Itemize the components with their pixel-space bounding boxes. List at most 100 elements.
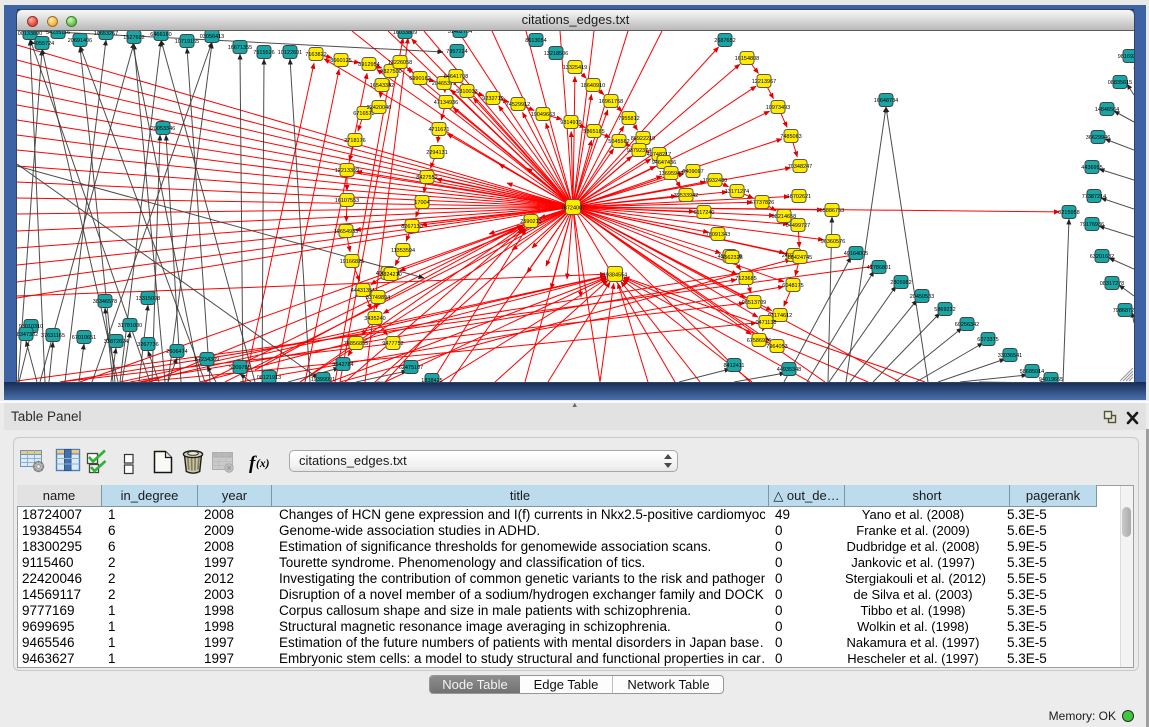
svg-text:10122691: 10122691: [278, 50, 302, 56]
svg-text:1527602: 1527602: [123, 35, 144, 41]
svg-text:12213967: 12213967: [752, 79, 776, 85]
svg-text:13171274: 13171274: [725, 189, 749, 195]
svg-text:8215958: 8215958: [1058, 210, 1079, 216]
svg-text:17004: 17004: [414, 200, 429, 206]
svg-text:8324210: 8324210: [380, 272, 401, 278]
svg-text:5045562: 5045562: [608, 139, 629, 145]
svg-text:12213369: 12213369: [335, 168, 359, 174]
svg-text:8267130: 8267130: [401, 224, 422, 230]
svg-text:3267736: 3267736: [137, 342, 158, 348]
svg-text:08121913: 08121913: [257, 375, 281, 381]
svg-text:31781080: 31781080: [118, 323, 142, 329]
svg-text:62475107: 62475107: [399, 365, 423, 371]
svg-text:96513709: 96513709: [742, 300, 766, 306]
svg-text:9477752: 9477752: [382, 341, 403, 347]
svg-text:7163822: 7163822: [305, 52, 326, 58]
svg-text:64641708: 64641708: [444, 74, 468, 80]
svg-text:78091343: 78091343: [706, 232, 730, 238]
svg-text:14055724: 14055724: [30, 41, 54, 47]
svg-text:60256342: 60256342: [955, 322, 979, 328]
svg-text:18347382: 18347382: [17, 332, 38, 338]
svg-text:67010651: 67010651: [72, 335, 96, 341]
svg-text:19049663: 19049663: [531, 112, 555, 118]
svg-text:6716572: 6716572: [353, 111, 374, 117]
svg-text:18702621: 18702621: [787, 194, 811, 200]
svg-text:9314919: 9314919: [560, 120, 581, 126]
svg-text:63201632: 63201632: [1090, 254, 1114, 260]
svg-text:16671355: 16671355: [228, 45, 252, 51]
svg-text:7955812: 7955812: [618, 116, 639, 122]
svg-text:8660125: 8660125: [330, 58, 351, 64]
svg-text:22420046: 22420046: [367, 105, 391, 111]
svg-text:6073375: 6073375: [977, 337, 998, 343]
svg-text:86922219: 86922219: [631, 136, 655, 142]
svg-text:(x): (x): [256, 458, 270, 470]
svg-text:0471138: 0471138: [755, 320, 776, 326]
svg-text:08835615: 08835615: [1108, 80, 1132, 86]
svg-text:16648784: 16648784: [874, 98, 898, 104]
svg-text:13218506: 13218506: [544, 51, 568, 57]
svg-text:9232719: 9232719: [482, 96, 503, 102]
svg-text:16543382: 16543382: [370, 83, 394, 89]
svg-text:40164005: 40164005: [844, 251, 868, 257]
svg-text:33749894: 33749894: [366, 295, 390, 301]
svg-text:19654933: 19654933: [334, 229, 358, 235]
svg-text:79868727: 79868727: [1113, 308, 1134, 314]
svg-text:3542784: 3542784: [332, 362, 353, 368]
svg-text:20691406: 20691406: [68, 38, 92, 44]
svg-text:6990162: 6990162: [409, 76, 430, 82]
svg-text:5869232: 5869232: [934, 307, 955, 313]
svg-text:13325419: 13325419: [563, 65, 587, 71]
svg-text:10973493: 10973493: [766, 105, 790, 111]
svg-text:16033809: 16033809: [393, 31, 417, 36]
svg-text:10719155: 10719155: [175, 39, 199, 45]
svg-text:2805982: 2805982: [890, 280, 911, 286]
svg-text:8613054: 8613054: [525, 38, 546, 44]
svg-text:4436995: 4436995: [1081, 165, 1102, 171]
svg-text:51462704: 51462704: [448, 31, 472, 35]
svg-text:14846564: 14846564: [1095, 107, 1119, 113]
svg-text:94019655: 94019655: [1039, 377, 1063, 382]
svg-text:7957224: 7957224: [446, 49, 467, 55]
svg-text:98169340: 98169340: [1118, 54, 1134, 60]
svg-text:10653267: 10653267: [94, 31, 118, 37]
svg-text:94647436: 94647436: [652, 160, 676, 166]
svg-text:47134936: 47134936: [434, 100, 458, 106]
svg-text:38346578: 38346578: [93, 299, 117, 305]
svg-text:19166825: 19166825: [340, 259, 364, 265]
svg-text:2590213: 2590213: [520, 219, 541, 225]
svg-text:04499727: 04499727: [786, 223, 810, 229]
svg-text:16107553: 16107553: [335, 198, 359, 204]
svg-text:87234309: 87234309: [195, 357, 219, 363]
svg-text:4711671: 4711671: [428, 127, 449, 133]
svg-text:4562328: 4562328: [721, 255, 742, 261]
svg-text:7123685: 7123685: [735, 276, 756, 282]
svg-text:2718176: 2718176: [344, 138, 365, 144]
svg-text:03056413: 03056413: [200, 34, 224, 40]
svg-text:74529912: 74529912: [506, 102, 530, 108]
svg-text:8912954: 8912954: [358, 62, 379, 68]
svg-text:13695944: 13695944: [659, 171, 683, 177]
svg-text:18640910: 18640910: [581, 83, 605, 89]
svg-text:16961758: 16961758: [599, 99, 623, 105]
svg-text:79176936: 79176936: [1080, 222, 1104, 228]
svg-text:5865185: 5865185: [583, 129, 604, 135]
svg-text:8412411: 8412411: [723, 363, 744, 369]
svg-text:6048175: 6048175: [782, 283, 803, 289]
svg-text:6117240: 6117240: [693, 210, 714, 216]
svg-text:78856855: 78856855: [344, 341, 368, 347]
svg-text:7485063: 7485063: [780, 134, 801, 140]
svg-text:5310033: 5310033: [456, 89, 477, 95]
svg-text:6409097: 6409097: [682, 169, 703, 175]
svg-text:67737826: 67737826: [750, 200, 774, 206]
svg-text:11353594: 11353594: [391, 248, 415, 254]
svg-text:70348247: 70348247: [788, 164, 812, 170]
svg-text:1838425: 1838425: [421, 378, 442, 382]
svg-text:44935348: 44935348: [777, 367, 801, 373]
svg-text:8427552: 8427552: [416, 175, 437, 181]
svg-text:33872624: 33872624: [104, 339, 128, 345]
svg-text:42786801: 42786801: [867, 265, 891, 271]
svg-text:3435240: 3435240: [364, 316, 385, 322]
svg-text:2606474: 2606474: [166, 349, 187, 355]
svg-text:10932480: 10932480: [703, 178, 727, 184]
